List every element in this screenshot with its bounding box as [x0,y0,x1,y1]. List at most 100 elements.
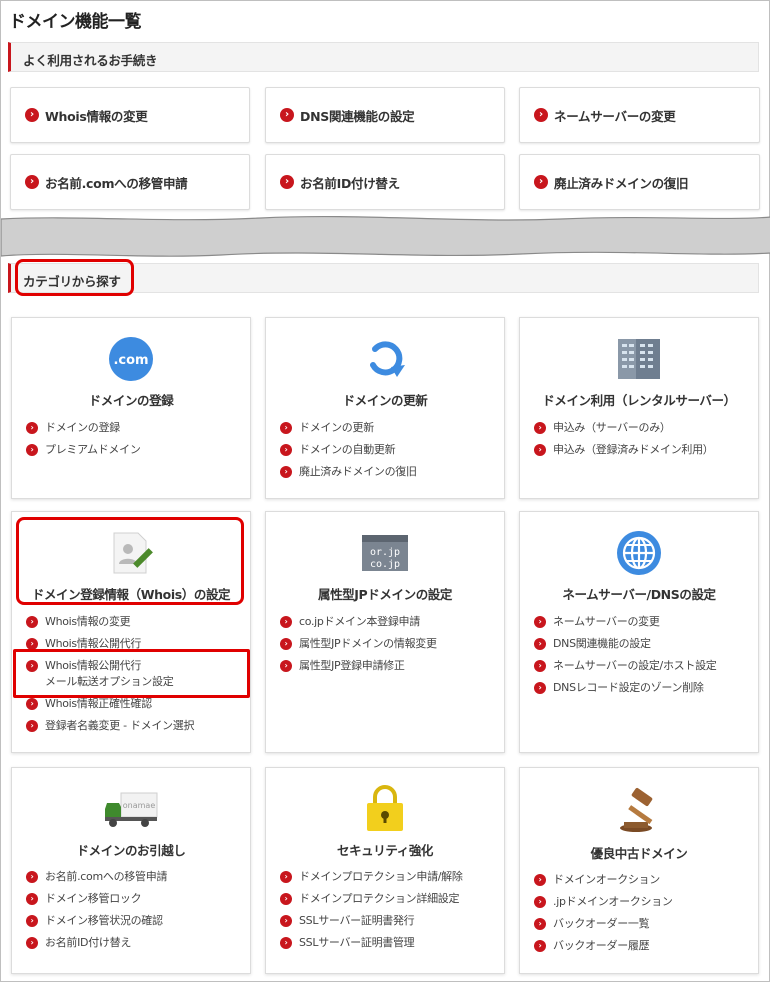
chevron-right-icon: › [280,871,292,883]
category-section-title: カテゴリから探す [23,274,121,289]
link-protection-detail[interactable]: › ドメインプロテクション詳細設定 [280,888,496,910]
link-dns-zone-delete[interactable]: › DNSレコード設定のゾーン削除 [534,677,750,699]
card-title: ドメインの登録 [88,393,174,408]
chevron-right-icon: › [534,638,546,650]
chevron-right-icon: › [26,616,38,628]
chevron-right-icon: › [534,108,548,122]
link-id-reassign[interactable]: › お名前ID付け替え [26,932,242,954]
chevron-right-icon: › [25,175,39,189]
chevron-right-icon: › [280,108,294,122]
chevron-right-icon: › [534,682,546,694]
link-backorder-history[interactable]: › バックオーダー履歴 [534,935,750,957]
chevron-right-icon: › [26,444,38,456]
link-transfer-request[interactable]: › お名前.comへの移管申請 [26,866,242,888]
svg-text:.com: .com [113,353,148,368]
link-whois-privacy-mail-forward[interactable]: › Whois情報公開代行 メール転送オプション設定 [26,655,242,693]
globe-icon [611,530,667,576]
chevron-right-icon: › [26,915,38,927]
chevron-right-icon: › [534,918,546,930]
quick-whois-change-button[interactable]: › Whois情報の変更 [10,87,250,143]
card-rental-server: ドメイン利用（レンタルサーバー） › 申込み（サーバーのみ） › 申込み（登録済みド… [519,317,759,499]
chevron-right-icon: › [534,444,546,456]
chevron-right-icon: › [26,660,38,672]
quick-nameserver-change-button[interactable]: › ネームサーバーの変更 [519,87,760,143]
link-transfer-lock[interactable]: › ドメイン移管ロック [26,888,242,910]
chevron-right-icon: › [280,422,292,434]
jp-domain-icon: or.jp co.jp [357,530,413,576]
chevron-right-icon: › [280,660,292,672]
chevron-right-icon: › [534,874,546,886]
chevron-right-icon: › [534,896,546,908]
card-title: ドメイン登録情報（Whois）の設定 [31,587,231,602]
quick-restore-domain-button[interactable]: › 廃止済みドメインの復旧 [519,154,760,210]
card-title: セキュリティ強化 [336,843,434,858]
chevron-right-icon: › [280,444,292,456]
chevron-right-icon: › [534,940,546,952]
link-premium-domain[interactable]: › プレミアムドメイン [26,439,242,461]
link-jp-auction[interactable]: › .jpドメインオークション [534,891,750,913]
card-domain-renewal: ドメインの更新 › ドメインの更新 › ドメインの自動更新 › 廃止済みドメインの復旧 [265,317,505,499]
link-nameserver-host[interactable]: › ネームサーバーの設定/ホスト設定 [534,655,750,677]
chevron-right-icon: › [280,616,292,628]
link-whois-privacy[interactable]: › Whois情報公開代行 [26,633,242,655]
card-title: 優良中古ドメイン [590,846,688,861]
chevron-right-icon: › [280,638,292,650]
link-whois-accuracy[interactable]: › Whois情報正確性確認 [26,693,242,715]
link-ssl-issue[interactable]: › SSLサーバー証明書発行 [280,910,496,932]
profile-edit-icon [103,530,159,576]
link-cojp-register[interactable]: › co.jpドメイン本登録申請 [280,611,496,633]
server-building-icon [611,336,667,382]
quick-button-label: ネームサーバーの変更 [554,108,676,124]
link-jp-info-change[interactable]: › 属性型JPドメインの情報変更 [280,633,496,655]
link-registrant-change[interactable]: › 登録者名義変更 - ドメイン選択 [26,715,242,737]
quick-button-label: Whois情報の変更 [45,108,148,124]
link-nameserver-change[interactable]: › ネームサーバーの変更 [534,611,750,633]
card-security: セキュリティ強化 › ドメインプロテクション申請/解除 › ドメインプロテクション詳… [265,767,505,974]
chevron-right-icon: › [280,466,292,478]
card-title: ドメイン利用（レンタルサーバー） [542,393,736,408]
chevron-right-icon: › [534,616,546,628]
moving-truck-icon: onamae [103,786,159,832]
chevron-right-icon: › [26,638,38,650]
link-jp-application-fix[interactable]: › 属性型JP登録申請修正 [280,655,496,677]
quick-button-label: DNS関連機能の設定 [300,108,415,124]
link-domain-protection[interactable]: › ドメインプロテクション申請/解除 [280,866,496,888]
link-dns-settings[interactable]: › DNS関連機能の設定 [534,633,750,655]
svg-text:co.jp: co.jp [370,559,400,570]
link-auto-renew[interactable]: › ドメインの自動更新 [280,439,496,461]
card-domain-registration: .com ドメインの登録 › ドメインの登録 › プレミアムドメイン [11,317,251,499]
category-section-header: カテゴリから探す [8,263,759,293]
chevron-right-icon: › [534,660,546,672]
link-ssl-manage[interactable]: › SSLサーバー証明書管理 [280,932,496,954]
link-domain-renew[interactable]: › ドメインの更新 [280,417,496,439]
link-apply-server-only[interactable]: › 申込み（サーバーのみ） [534,417,750,439]
chevron-right-icon: › [26,937,38,949]
card-title: ドメインのお引越し [76,843,186,858]
link-backorder-list[interactable]: › バックオーダー一覧 [534,913,750,935]
card-title: ネームサーバー/DNSの設定 [562,587,716,602]
link-apply-registered-domain[interactable]: › 申込み（登録済みドメイン利用） [534,439,750,461]
quick-button-label: お名前.comへの移管申請 [45,175,188,191]
chevron-right-icon: › [26,720,38,732]
renew-arrow-icon [357,336,413,382]
svg-text:or.jp: or.jp [370,547,400,558]
chevron-right-icon: › [26,871,38,883]
quick-dns-settings-button[interactable]: › DNS関連機能の設定 [265,87,505,143]
link-restore-domain[interactable]: › 廃止済みドメインの復旧 [280,461,496,483]
chevron-right-icon: › [280,915,292,927]
card-title: ドメインの更新 [342,393,428,408]
link-domain-register[interactable]: › ドメインの登録 [26,417,242,439]
link-domain-auction[interactable]: › ドメインオークション [534,869,750,891]
card-used-domain: 優良中古ドメイン › ドメインオークション › .jpドメインオークション › バック… [519,767,759,974]
chevron-right-icon: › [25,108,39,122]
quick-transfer-request-button[interactable]: › お名前.comへの移管申請 [10,154,250,210]
frequent-section-title: よく利用されるお手続き [23,53,158,68]
chevron-right-icon: › [534,175,548,189]
chevron-right-icon: › [280,175,294,189]
link-whois-change[interactable]: › Whois情報の変更 [26,611,242,633]
quick-id-reassign-button[interactable]: › お名前ID付け替え [265,154,505,210]
chevron-right-icon: › [280,893,292,905]
svg-text:onamae: onamae [123,801,156,810]
link-transfer-status[interactable]: › ドメイン移管状況の確認 [26,910,242,932]
card-nameserver-dns: ネームサーバー/DNSの設定 › ネームサーバーの変更 › DNS関連機能の設定 ›… [519,511,759,753]
